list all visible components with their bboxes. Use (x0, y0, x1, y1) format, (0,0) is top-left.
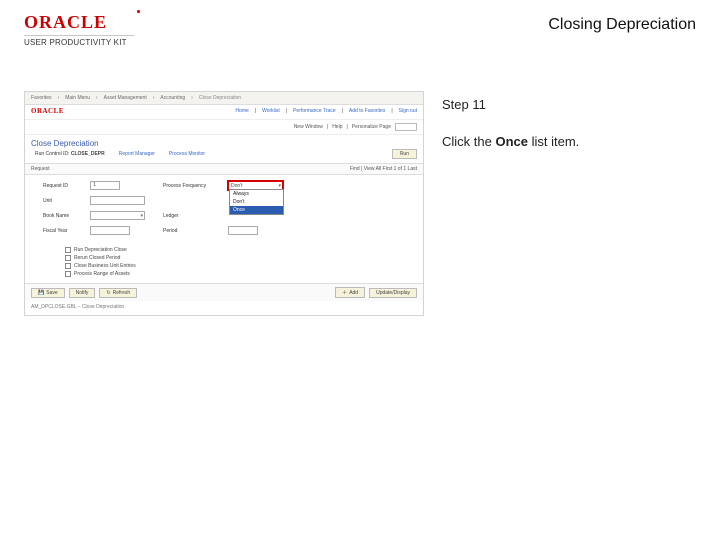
oracle-logo: ORACLE (24, 12, 134, 33)
page-title: Closing Depreciation (548, 12, 696, 34)
panel-meta-row: Run Control ID: CLOSE_DEPR Report Manage… (25, 149, 423, 163)
link-add-fav[interactable]: Add to Favorites (349, 108, 385, 114)
tab-request[interactable]: Request (31, 166, 50, 172)
freq-option-always[interactable]: Always (230, 190, 283, 198)
paginator[interactable]: Find | View All First 1 of 1 Last (350, 166, 417, 172)
oracle-app-bar: ORACLE Home| Worklist| Performance Trace… (25, 105, 423, 120)
add-button[interactable]: ＋Add (335, 287, 365, 298)
notify-button[interactable]: Notify (69, 288, 96, 298)
app-screenshot: Favorites› Main Menu› Asset Management› … (24, 91, 424, 316)
instruction-text: Click the Once list item. (442, 134, 696, 149)
link-help[interactable]: Help (332, 124, 342, 130)
process-frequency-select[interactable]: Don't Always Don't Once (228, 181, 283, 190)
link-home[interactable]: Home (235, 108, 248, 114)
link-new-window[interactable]: New Window (294, 124, 323, 130)
footer-bar: 💾Save Notify ↻Refresh ＋Add Update/Displa… (25, 283, 423, 301)
link-proc-mon[interactable]: Process Monitor (169, 151, 205, 157)
fiscal-year-input[interactable] (90, 226, 130, 235)
freq-option-dont[interactable]: Don't (230, 198, 283, 206)
unit-input[interactable] (90, 196, 145, 205)
run-button[interactable]: Run (392, 149, 417, 159)
refresh-button[interactable]: ↻Refresh (99, 288, 137, 298)
form-grid: Request ID 1 Process Frequency Don't Alw… (25, 175, 423, 243)
brand-block: ORACLE USER PRODUCTIVITY KIT (24, 12, 134, 47)
options-block: Run Depreciation Close Rerun Closed Peri… (25, 243, 423, 283)
oracle-app-logo: ORACLE (31, 107, 64, 115)
cb-rerun-closed[interactable] (65, 255, 71, 261)
page-search-input[interactable] (395, 123, 417, 131)
audit-line: AM_DPCLOSE.GBL – Close Depreciation (25, 301, 423, 315)
link-personalize[interactable]: Personalize Page (352, 124, 391, 130)
process-frequency-dropdown[interactable]: Always Don't Once (229, 189, 284, 215)
link-worklist[interactable]: Worklist (262, 108, 280, 114)
plus-icon: ＋ (342, 289, 347, 296)
book-name-select[interactable] (90, 211, 145, 220)
link-perf-trace[interactable]: Performance Trace (293, 108, 336, 114)
brand-subline: USER PRODUCTIVITY KIT (24, 35, 134, 47)
request-id-input[interactable]: 1 (90, 181, 120, 190)
step-label: Step 11 (442, 97, 696, 112)
page-tool-row: New Window| Help| Personalize Page (25, 120, 423, 135)
freq-option-once[interactable]: Once (230, 206, 283, 214)
breadcrumb: Favorites› Main Menu› Asset Management› … (25, 92, 423, 105)
save-button[interactable]: 💾Save (31, 288, 65, 298)
refresh-icon: ↻ (106, 290, 110, 296)
panel-title: Close Depreciation (25, 135, 423, 149)
link-report-mgr[interactable]: Report Manager (119, 151, 155, 157)
tab-band: Request Find | View All First 1 of 1 Las… (25, 163, 423, 175)
link-signout[interactable]: Sign out (399, 108, 417, 114)
cb-close-bu-entries[interactable] (65, 263, 71, 269)
save-icon: 💾 (38, 290, 44, 296)
update-display-button[interactable]: Update/Display (369, 288, 417, 298)
period-input[interactable] (228, 226, 258, 235)
cb-run-depr-close[interactable] (65, 247, 71, 253)
cb-range-assets[interactable] (65, 271, 71, 277)
